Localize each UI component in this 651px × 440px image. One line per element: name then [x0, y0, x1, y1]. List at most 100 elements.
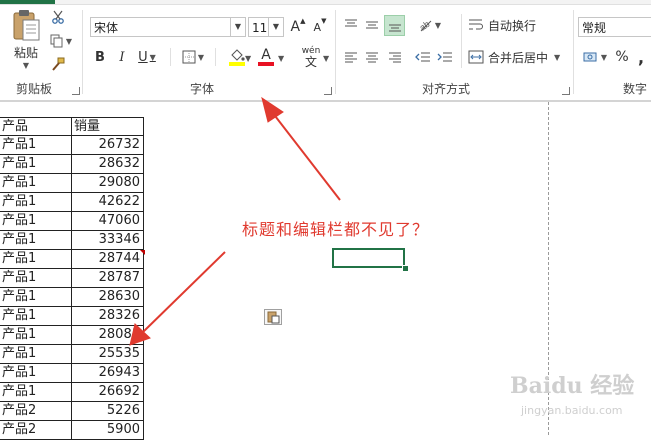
- orientation-dropdown-icon[interactable]: ▼: [435, 21, 441, 30]
- alignment-group-label: 对齐方式: [422, 82, 471, 96]
- fill-handle[interactable]: [402, 265, 409, 272]
- table-cell-sales[interactable]: 26692: [72, 383, 144, 402]
- merge-center-dropdown-icon[interactable]: ▼: [554, 53, 560, 62]
- number-format-value: 常规: [582, 21, 607, 35]
- phonetic-dropdown-icon[interactable]: ▼: [323, 54, 329, 63]
- decrease-indent-icon: [415, 52, 430, 62]
- font-launcher-icon[interactable]: [324, 87, 332, 95]
- wrap-text-button[interactable]: 自动换行: [468, 16, 540, 34]
- borders-icon: [182, 50, 196, 64]
- shrink-font-button[interactable]: A ▼: [311, 17, 329, 37]
- format-painter-icon: [52, 57, 65, 71]
- cut-button[interactable]: [50, 9, 66, 25]
- svg-text:ab: ab: [418, 19, 432, 32]
- table-cell-sales[interactable]: 47060: [72, 212, 144, 231]
- table-cell-sales[interactable]: 5900: [72, 421, 144, 440]
- comma-style-button[interactable]: ,: [634, 48, 648, 67]
- paste-dropdown-icon[interactable]: ▼: [23, 61, 29, 70]
- paste-options-button[interactable]: [264, 309, 282, 325]
- table-cell-product[interactable]: 产品2: [0, 421, 72, 440]
- table-cell-sales[interactable]: 33346: [72, 231, 144, 250]
- percent-icon: %: [615, 49, 629, 65]
- increase-indent-button[interactable]: [436, 48, 454, 66]
- italic-button[interactable]: I: [114, 48, 130, 66]
- table-cell-product[interactable]: 产品1: [0, 250, 72, 269]
- borders-dropdown-icon[interactable]: ▼: [198, 53, 204, 62]
- table-cell-product[interactable]: 产品1: [0, 269, 72, 288]
- table-cell-sales[interactable]: 28630: [72, 288, 144, 307]
- paint-bucket-icon: [231, 48, 245, 61]
- table-cell-sales[interactable]: 29080: [72, 174, 144, 193]
- table-cell-sales[interactable]: 28632: [72, 155, 144, 174]
- increase-indent-icon: [437, 52, 452, 62]
- merge-center-button[interactable]: 合并后居中 ▼: [468, 48, 568, 66]
- copy-button[interactable]: ▼: [48, 33, 74, 49]
- align-top-button[interactable]: [342, 16, 360, 34]
- percent-style-button[interactable]: %: [614, 48, 630, 66]
- table-cell-product[interactable]: 产品1: [0, 345, 72, 364]
- number-format-combo[interactable]: 常规: [578, 17, 651, 37]
- fill-color-dropdown-icon[interactable]: ▼: [245, 54, 251, 63]
- table-cell-sales[interactable]: 5226: [72, 402, 144, 421]
- grow-font-button[interactable]: A ▲: [289, 17, 307, 37]
- table-cell-product[interactable]: 产品1: [0, 326, 72, 345]
- font-color-dropdown-icon[interactable]: ▼: [278, 54, 284, 63]
- ribbon: 粘贴 ▼ ▼ 剪贴板 宋体 ▼ 11 ▼ A ▲ A ▼ B I U ▼ ▼ ▼…: [0, 0, 651, 102]
- paste-options-icon: [267, 311, 280, 324]
- font-size-value: 11: [252, 21, 268, 35]
- borders-button[interactable]: ▼: [178, 48, 208, 66]
- font-name-dropdown-icon[interactable]: ▼: [230, 18, 245, 36]
- table-cell-product[interactable]: 产品1: [0, 288, 72, 307]
- accounting-format-button[interactable]: ▼: [580, 48, 610, 66]
- accounting-dropdown-icon[interactable]: ▼: [601, 53, 607, 62]
- align-center-button[interactable]: [363, 48, 381, 66]
- font-size-dropdown-icon[interactable]: ▼: [268, 18, 283, 36]
- copy-dropdown-icon[interactable]: ▼: [66, 37, 72, 46]
- table-cell-sales[interactable]: 25535: [72, 345, 144, 364]
- table-cell-product[interactable]: 产品1: [0, 193, 72, 212]
- bold-button[interactable]: B: [92, 48, 108, 66]
- font-name-value: 宋体: [94, 21, 119, 35]
- active-cell-selection[interactable]: [332, 248, 405, 268]
- phonetic-guide-button[interactable]: wén 文: [296, 45, 326, 69]
- align-right-button[interactable]: [386, 48, 404, 66]
- align-bottom-icon: [388, 24, 401, 31]
- table-cell-product[interactable]: 产品1: [0, 174, 72, 193]
- align-top-icon: [345, 19, 357, 27]
- decrease-indent-button[interactable]: [414, 48, 432, 66]
- scissors-icon: [52, 10, 64, 24]
- orientation-button[interactable]: ab ▼: [414, 16, 444, 34]
- table-cell-product[interactable]: 产品1: [0, 136, 72, 155]
- align-bottom-button[interactable]: [384, 15, 405, 36]
- italic-icon: I: [119, 49, 125, 65]
- font-size-combo[interactable]: 11 ▼: [248, 17, 284, 37]
- alignment-launcher-icon[interactable]: [562, 87, 570, 95]
- table-cell-product[interactable]: 产品1: [0, 231, 72, 250]
- font-name-combo[interactable]: 宋体 ▼: [90, 17, 246, 37]
- underline-dropdown-icon[interactable]: ▼: [150, 53, 156, 62]
- align-left-button[interactable]: [342, 48, 360, 66]
- table-cell-product[interactable]: 产品1: [0, 383, 72, 402]
- align-middle-icon: [366, 21, 378, 29]
- table-cell-sales[interactable]: 28081: [72, 326, 144, 345]
- table-cell-sales[interactable]: 28787: [72, 269, 144, 288]
- table-cell-product[interactable]: 产品1: [0, 307, 72, 326]
- clipboard-launcher-icon[interactable]: [72, 87, 80, 95]
- align-middle-button[interactable]: [363, 16, 381, 34]
- table-cell-sales[interactable]: 28326: [72, 307, 144, 326]
- format-painter-button[interactable]: [50, 56, 66, 72]
- paste-button[interactable]: 粘贴 ▼: [6, 8, 46, 78]
- table-cell-sales[interactable]: 42622: [72, 193, 144, 212]
- merge-center-label: 合并后居中: [488, 50, 549, 65]
- table-cell-product[interactable]: 产品1: [0, 364, 72, 383]
- table-cell-sales[interactable]: 26943: [72, 364, 144, 383]
- header-cell-product[interactable]: 产品: [0, 117, 72, 136]
- table-cell-product[interactable]: 产品1: [0, 155, 72, 174]
- table-cell-product[interactable]: 产品2: [0, 402, 72, 421]
- font-color-button[interactable]: A: [256, 46, 276, 68]
- underline-button[interactable]: U ▼: [134, 48, 160, 66]
- table-cell-sales[interactable]: 26732: [72, 136, 144, 155]
- table-cell-product[interactable]: 产品1: [0, 212, 72, 231]
- header-cell-sales[interactable]: 销量: [72, 117, 144, 136]
- table-cell-sales[interactable]: 28744: [72, 250, 144, 269]
